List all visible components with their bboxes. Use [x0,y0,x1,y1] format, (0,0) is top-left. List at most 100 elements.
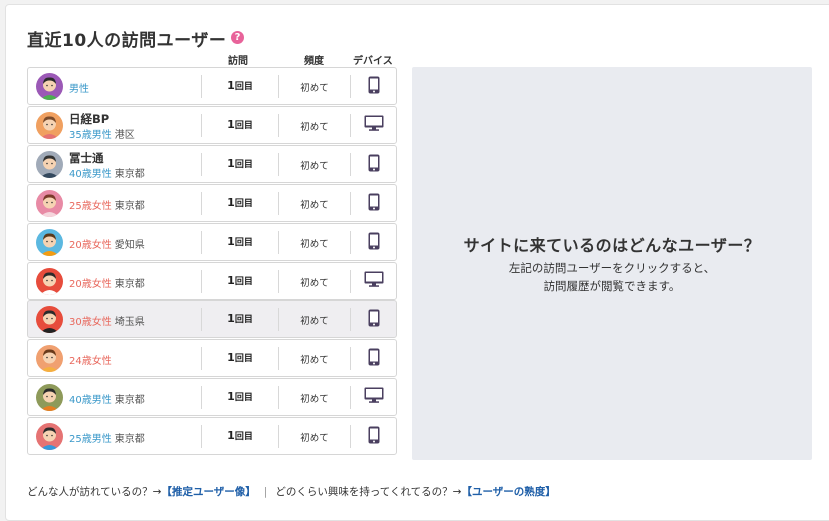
user-info: 男性 [69,68,201,104]
age-gender: 25歳男性 [69,434,112,446]
footer-question-2: どのくらい興味を持ってくれてるの？→ [275,486,462,498]
visit-unit: 回目 [234,276,253,287]
age-gender: 20歳女性 [69,278,112,290]
user-location: 東京都 [114,278,145,290]
user-location: 東京都 [114,168,145,180]
user-location: 東京都 [114,200,145,212]
monitor-icon [351,387,396,407]
footer-divider: | [263,486,268,498]
footer: どんな人が訪れているの？→【推定ユーザー像】 | どのくらい興味を持ってくれてるの？… [27,484,556,499]
avatar [36,228,63,256]
visitor-row[interactable]: 20歳女性 愛知県 1回目 初めて [27,222,397,261]
avatar [36,345,63,373]
smartphone-icon [351,348,396,370]
help-icon[interactable]: ? [231,31,244,44]
avatar [36,267,63,295]
age-gender: 40歳男性 [69,168,112,180]
smartphone-icon [351,232,396,254]
visit-frequency: 初めて [300,83,329,94]
user-maturity-link[interactable]: 【ユーザーの熟度】 [461,486,555,498]
visit-frequency: 初めて [300,355,329,367]
smartphone-icon [351,154,396,176]
estimated-persona-link[interactable]: 【推定ユーザー像】 [161,486,255,498]
age-gender: 24歳女性 [69,356,112,368]
visit-number: 1 [227,312,235,326]
user-info: 20歳女性 東京都 [69,263,201,299]
visitor-row[interactable]: 24歳女性 1回目 初めて [27,339,397,378]
user-demographics: 男性 [69,80,92,95]
user-demographics: 40歳男性 東京都 [69,391,145,406]
smartphone-icon [351,76,396,98]
visit-unit: 回目 [234,237,253,248]
column-header-device: デバイス [353,56,393,67]
visitor-row[interactable]: 25歳女性 東京都 1回目 初めて [27,183,397,222]
visit-count: 1回目 [202,79,278,92]
user-demographics: 40歳男性 東京都 [69,165,145,180]
user-info: 日経BP 35歳男性 港区 [69,107,201,143]
info-panel: サイトに来ているのはどんなユーザー？ 左記の訪問ユーザーをクリックすると、 訪問… [412,67,812,460]
avatar [36,423,63,451]
visit-count: 1回目 [202,274,278,287]
visit-count: 1回目 [202,157,278,170]
visit-frequency: 初めて [300,433,329,445]
visit-number: 1 [227,234,235,248]
visit-number: 1 [227,351,235,365]
user-company: 日経BP [69,111,110,126]
user-demographics: 20歳女性 東京都 [69,275,145,290]
visitor-row[interactable]: 25歳男性 東京都 1回目 初めて [27,417,397,456]
age-gender: 35歳男性 [69,129,112,141]
visitor-row[interactable]: 冨士通 40歳男性 東京都 1回目 初めて [27,144,397,183]
panel-text-line1: 左記の訪問ユーザーをクリックすると、 [508,261,716,275]
visit-number: 1 [227,117,235,131]
visit-count: 1回目 [202,351,278,364]
visit-count: 1回目 [202,429,278,442]
visit-number: 1 [227,390,235,404]
visit-unit: 回目 [234,82,253,92]
column-header-frequency: 頻度 [304,56,324,67]
user-location: 東京都 [114,395,145,407]
user-location: 港区 [114,129,135,141]
smartphone-icon [351,309,396,331]
visit-frequency: 初めて [300,316,329,328]
visit-unit: 回目 [234,159,253,170]
user-info: 30歳女性 埼玉県 [69,301,201,337]
user-info: 冨士通 40歳男性 東京都 [69,146,201,182]
visitor-row[interactable]: 男性 1回目 初めて [27,67,397,105]
visit-count: 1回目 [202,196,278,209]
user-info: 40歳男性 東京都 [69,379,201,415]
column-header-visits: 訪問 [228,56,248,67]
age-gender: 男性 [69,84,89,95]
user-location: 東京都 [114,434,145,446]
visit-unit: 回目 [234,120,253,131]
visitor-row[interactable]: 日経BP 35歳男性 港区 1回目 初めて [27,105,397,144]
smartphone-icon [351,426,396,448]
visit-number: 1 [227,195,235,209]
page-title: 直近10人の訪問ユーザー [27,31,227,51]
visit-number: 1 [227,429,235,443]
user-company: 冨士通 [69,150,104,165]
user-demographics: 20歳女性 愛知県 [69,236,145,251]
visitor-row[interactable]: 40歳男性 東京都 1回目 初めて [27,378,397,417]
user-demographics: 25歳女性 東京都 [69,197,145,212]
visit-unit: 回目 [234,432,253,443]
visitor-row[interactable]: 30歳女性 埼玉県 1回目 初めて [27,300,397,339]
avatar [36,189,63,217]
visit-frequency: 初めて [300,277,329,289]
user-demographics: 25歳男性 東京都 [69,430,145,445]
user-info: 24歳女性 [69,340,201,376]
user-location: 埼玉県 [114,317,145,329]
user-demographics: 35歳男性 港区 [69,126,135,141]
visit-frequency: 初めて [300,394,329,406]
visit-frequency: 初めて [300,121,329,133]
smartphone-icon [351,193,396,215]
user-location: 愛知県 [114,239,145,251]
visit-unit: 回目 [234,393,253,404]
visit-frequency: 初めて [300,199,329,211]
visit-frequency: 初めて [300,160,329,172]
visit-count: 1回目 [202,390,278,403]
avatar [36,73,63,100]
monitor-icon [351,271,396,291]
footer-question-1: どんな人が訪れているの？→ [27,486,162,498]
visit-number: 1 [227,156,235,170]
visitor-row[interactable]: 20歳女性 東京都 1回目 初めて [27,261,397,300]
